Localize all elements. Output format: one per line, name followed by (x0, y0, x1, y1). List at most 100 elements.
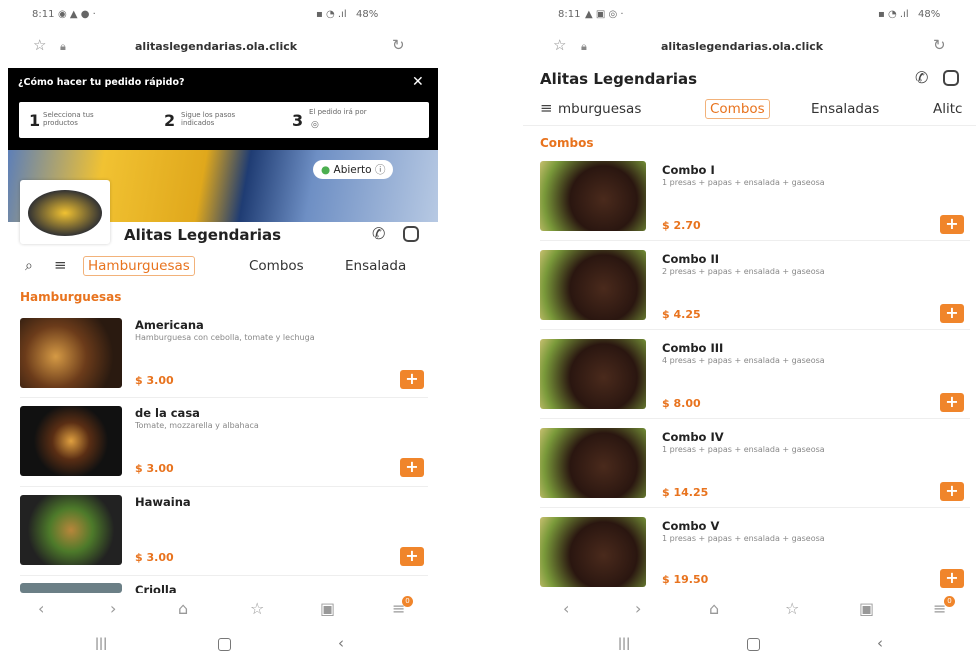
tabs-icon[interactable]: ▣ (320, 599, 335, 618)
item-image (20, 406, 122, 476)
tab-hamburguesas[interactable]: Hamburguesas (83, 256, 195, 276)
refresh-icon[interactable]: ↻ (933, 36, 946, 54)
star-icon[interactable]: ☆ (553, 36, 566, 54)
circle-home-icon[interactable] (747, 638, 760, 651)
right-phone-screen: 8:11 ▲ ▣ ◎ · ▪ ◔ .ıl 48% ☆ 🔒︎ alitaslege… (523, 0, 976, 655)
tab-ensaladas[interactable]: Ensaladas (811, 101, 879, 117)
menu-item[interactable]: Combo IV 1 presas + papas + ensalada + g… (540, 428, 970, 503)
item-name: de la casa (135, 406, 200, 420)
add-button[interactable]: + (940, 393, 964, 412)
step-3-text: El pedido irá por (309, 108, 367, 116)
item-desc: 2 presas + papas + ensalada + gaseosa (662, 267, 825, 276)
item-name: Combo III (662, 341, 724, 355)
item-image (540, 161, 646, 231)
item-name: Combo I (662, 163, 715, 177)
bookmark-icon[interactable]: ☆ (785, 599, 799, 618)
menu-item[interactable]: Combo III 4 presas + papas + ensalada + … (540, 339, 970, 414)
divider (540, 329, 970, 330)
section-title: Combos (540, 136, 594, 150)
menu-icon[interactable]: ≡ (540, 99, 553, 117)
lock-icon: 🔒︎ (581, 40, 587, 53)
menu-item[interactable]: Combo II 2 presas + papas + ensalada + g… (540, 250, 970, 325)
howto-title: ¿Cómo hacer tu pedido rápido? (18, 77, 185, 88)
add-button[interactable]: + (400, 370, 424, 389)
menu-item[interactable]: Combo I 1 presas + papas + ensalada + ga… (540, 161, 970, 236)
home-icon[interactable]: ⌂ (709, 599, 719, 618)
item-desc: 1 presas + papas + ensalada + gaseosa (662, 445, 825, 454)
back-icon[interactable]: ‹ (38, 599, 44, 618)
forward-icon[interactable]: › (635, 599, 641, 618)
back-icon[interactable]: ‹ (563, 599, 569, 618)
divider (540, 418, 970, 419)
item-price: $ 19.50 (662, 573, 709, 586)
plus-icon: + (945, 214, 959, 233)
url-text[interactable]: alitaslegendarias.ola.click (135, 40, 297, 53)
item-image (540, 250, 646, 320)
item-price: $ 4.25 (662, 308, 701, 321)
circle-home-icon[interactable] (218, 638, 231, 651)
divider (540, 240, 970, 241)
item-name: Combo II (662, 252, 720, 266)
add-button[interactable]: + (940, 482, 964, 501)
url-text[interactable]: alitaslegendarias.ola.click (661, 40, 823, 53)
item-image (540, 339, 646, 409)
refresh-icon[interactable]: ↻ (392, 36, 405, 54)
add-button[interactable]: + (940, 215, 964, 234)
plus-icon: + (945, 568, 959, 587)
open-badge[interactable]: ● Abierto ⓘ (313, 160, 394, 179)
add-button[interactable]: + (940, 569, 964, 588)
add-button[interactable]: + (940, 304, 964, 323)
open-label: Abierto (333, 164, 372, 176)
home-icon[interactable]: ⌂ (178, 599, 188, 618)
close-icon[interactable]: ✕ (412, 74, 424, 90)
item-name: Hawaina (135, 495, 191, 509)
info-icon[interactable]: ⓘ (375, 164, 386, 176)
menu-item[interactable]: Combo V 1 presas + papas + ensalada + ga… (540, 517, 970, 592)
tab-ensalada[interactable]: Ensalada (345, 258, 406, 274)
menu-icon[interactable]: ≡ (54, 256, 67, 274)
item-name: Combo V (662, 519, 720, 533)
tab-alitas[interactable]: Alitc (933, 101, 962, 117)
left-phone-screen: 8:11 ◉ ▲ ● · ▪ ◔ .ıl 48% ☆ 🔒︎ alitaslege… (0, 0, 445, 655)
step-1-number: 1 (29, 111, 41, 130)
whatsapp-icon[interactable]: ✆ (372, 224, 385, 243)
back-arrow-icon[interactable]: ‹ (877, 634, 883, 652)
recents-icon[interactable]: ||| (618, 636, 630, 650)
status-signal: ▪ ◔ .ıl (316, 9, 347, 20)
menu-item[interactable]: Hawaina $ 3.00 + (20, 495, 430, 570)
plus-icon: + (405, 369, 419, 388)
recents-icon[interactable]: ||| (95, 636, 107, 650)
tabs-icon[interactable]: ▣ (859, 599, 874, 618)
cart-badge: 0 (944, 596, 955, 607)
search-icon[interactable]: ⌕ (25, 258, 33, 274)
plus-icon: + (405, 546, 419, 565)
howto-banner: ¿Cómo hacer tu pedido rápido? ✕ 1 Selecc… (8, 68, 438, 150)
tab-hamburguesas[interactable]: mburguesas (558, 101, 641, 117)
plus-icon: + (945, 392, 959, 411)
status-battery: 48% (356, 9, 379, 20)
forward-icon[interactable]: › (110, 599, 116, 618)
back-arrow-icon[interactable]: ‹ (338, 634, 344, 652)
store-name: Alitas Legendarias (124, 226, 282, 244)
item-price: $ 14.25 (662, 486, 709, 499)
instagram-icon[interactable] (403, 226, 419, 242)
tab-combos[interactable]: Combos (249, 258, 304, 274)
star-icon[interactable]: ☆ (33, 36, 46, 54)
menu-item[interactable]: Criolla (20, 583, 430, 593)
status-icons: ▲ ▣ ◎ · (585, 9, 624, 20)
tab-combos[interactable]: Combos (705, 99, 770, 119)
bookmark-icon[interactable]: ☆ (250, 599, 264, 618)
whatsapp-icon[interactable]: ✆ (915, 68, 928, 87)
section-title: Hamburguesas (20, 290, 122, 304)
item-desc: 1 presas + papas + ensalada + gaseosa (662, 534, 825, 543)
item-desc: Hamburguesa con cebolla, tomate y lechug… (135, 333, 315, 342)
add-button[interactable]: + (400, 458, 424, 477)
instagram-icon[interactable] (943, 70, 959, 86)
menu-item[interactable]: Americana Hamburguesa con cebolla, tomat… (20, 318, 430, 393)
tabs-divider (523, 125, 976, 126)
divider (20, 486, 428, 487)
menu-item[interactable]: de la casa Tomate, mozzarella y albahaca… (20, 406, 430, 481)
item-price: $ 3.00 (135, 551, 174, 564)
item-desc: Tomate, mozzarella y albahaca (135, 421, 259, 430)
add-button[interactable]: + (400, 547, 424, 566)
